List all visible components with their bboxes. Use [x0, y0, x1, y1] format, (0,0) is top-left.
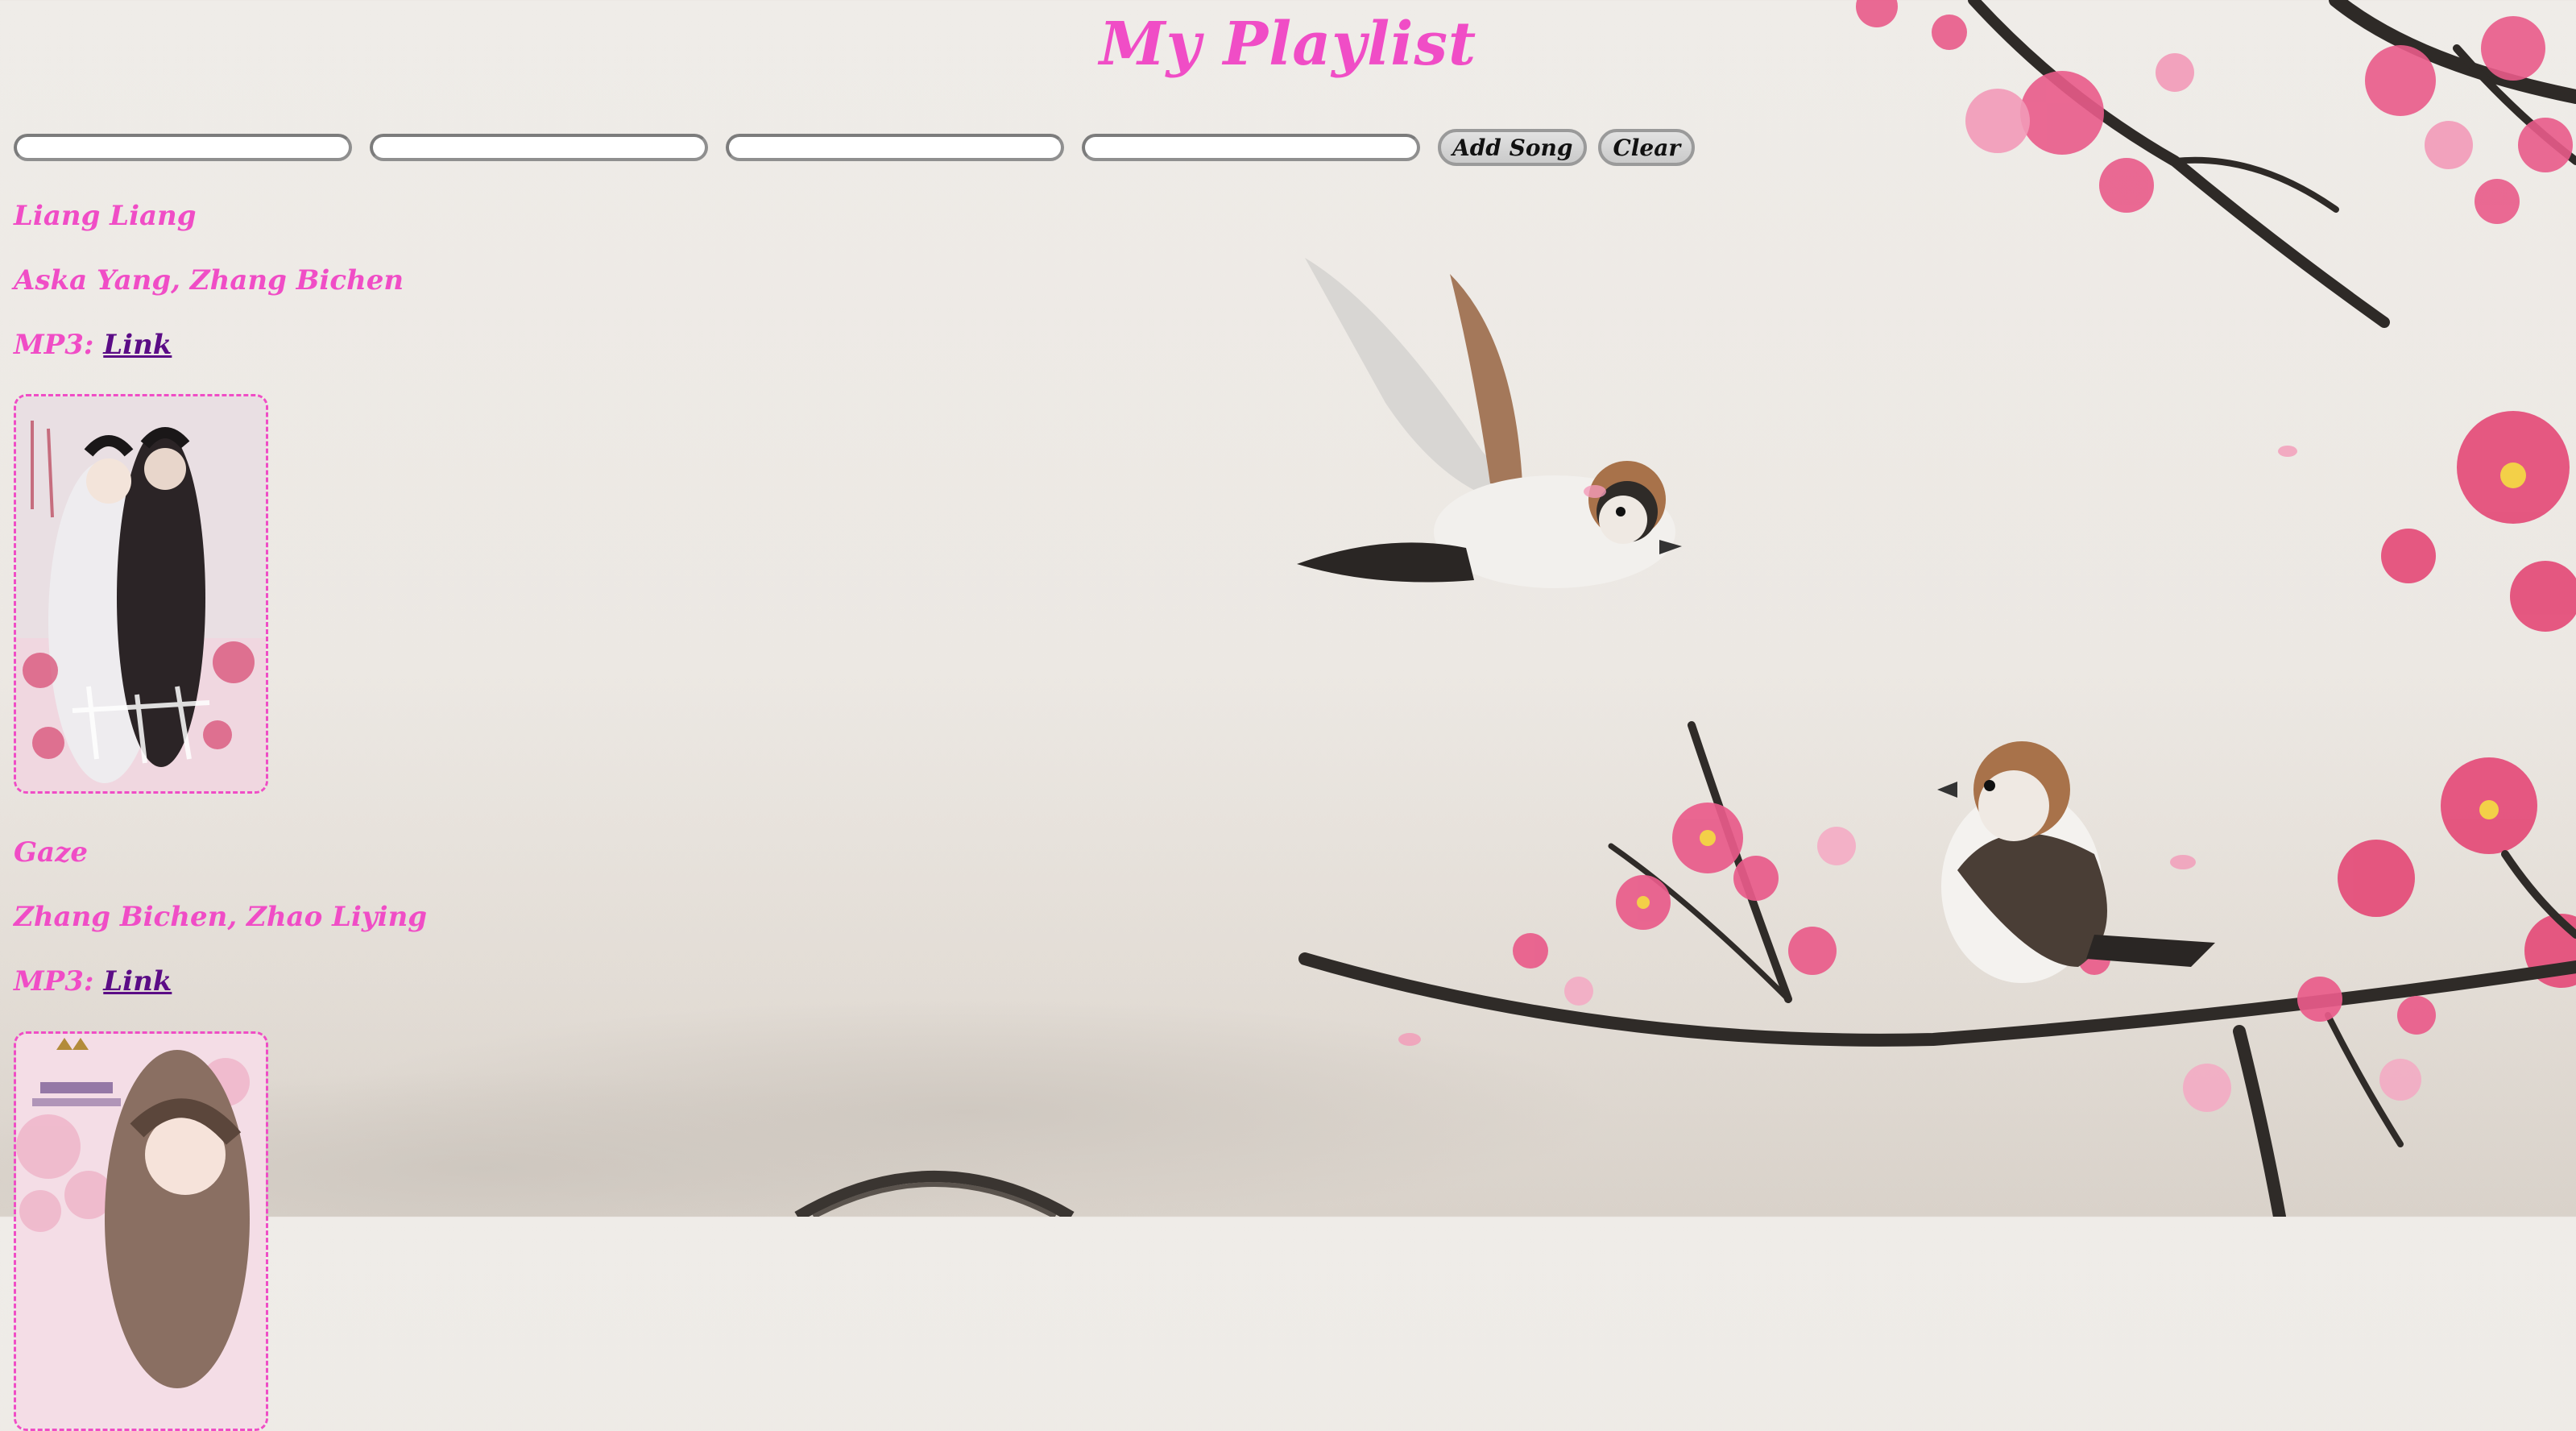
song-artists: Aska Yang, Zhang Bichen [14, 264, 404, 297]
album-cover-art [16, 396, 266, 791]
song-image-input[interactable] [1082, 134, 1420, 161]
song-mp3-line: MP3: Link [14, 329, 172, 361]
page-title: My Playlist [1099, 10, 1477, 79]
mp3-prefix: MP3: [14, 329, 104, 361]
mp3-prefix: MP3: [14, 965, 104, 998]
album-cover-art [16, 1034, 266, 1429]
album-cover-image [14, 1031, 268, 1431]
album-cover-image [14, 394, 268, 794]
page-content: My Playlist Add Song Clear Liang Liang A… [0, 0, 2576, 1431]
song-mp3-line: MP3: Link [14, 965, 172, 998]
add-song-button[interactable]: Add Song [1438, 129, 1588, 166]
song-title: Gaze [14, 836, 89, 869]
song-artist-input[interactable] [370, 134, 708, 161]
add-song-form: Add Song Clear [14, 129, 1706, 166]
mp3-link[interactable]: Link [103, 965, 172, 998]
song-title-input[interactable] [14, 134, 352, 161]
song-title: Liang Liang [14, 200, 197, 232]
clear-button[interactable]: Clear [1598, 129, 1696, 166]
song-artists: Zhang Bichen, Zhao Liying [14, 901, 428, 933]
mp3-link[interactable]: Link [103, 329, 172, 361]
song-mp3-input[interactable] [726, 134, 1064, 161]
